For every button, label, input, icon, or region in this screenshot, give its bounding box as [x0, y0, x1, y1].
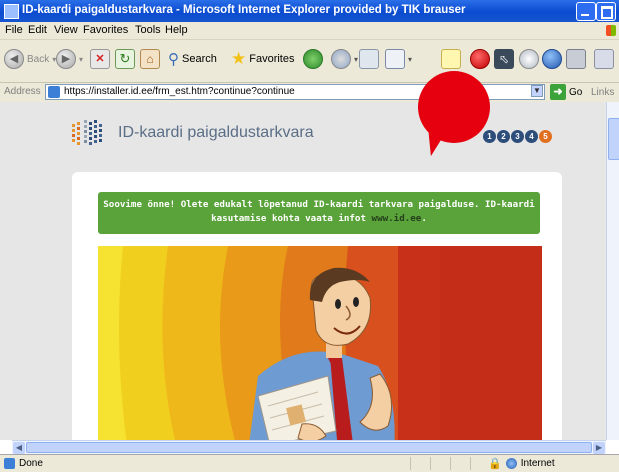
vertical-scroll-thumb[interactable] — [608, 118, 619, 160]
page-icon — [48, 86, 60, 98]
back-button[interactable]: ◀ Back ▾ — [4, 48, 56, 70]
step-2: 2 — [497, 130, 510, 143]
go-label: Go — [569, 86, 583, 98]
lock-icon: 🔒 — [488, 458, 502, 470]
illustration-image — [98, 246, 542, 440]
forward-button[interactable]: ▶ ▾ — [56, 48, 83, 70]
favorites-button[interactable]: ★ Favorites — [231, 48, 295, 70]
favorites-star-icon: ★ — [231, 49, 247, 68]
page-brand-title: ID-kaardi paigaldustarkvara — [118, 124, 314, 141]
print-button[interactable] — [359, 48, 379, 70]
status-text: Done — [19, 458, 43, 469]
cursor-icon: ⬁ — [494, 49, 514, 69]
home-button[interactable]: ⌂ — [140, 48, 160, 70]
status-done: Done — [4, 458, 43, 469]
success-message-end: . — [421, 213, 427, 224]
menu-edit[interactable]: Edit — [28, 24, 47, 36]
success-message: Soovime õnne! Olete edukalt lõpetanud ID… — [98, 192, 540, 234]
step-1: 1 — [483, 130, 496, 143]
security-zone: 🔒 Internet — [488, 457, 555, 470]
maximize-button[interactable] — [596, 2, 616, 21]
success-message-text: Soovime õnne! Olete edukalt lõpetanud ID… — [103, 199, 535, 224]
address-url: https://installer.id.ee/frm_est.htm?cont… — [64, 86, 295, 97]
step-3: 3 — [511, 130, 524, 143]
messenger-icon — [519, 49, 539, 69]
reference-button[interactable] — [566, 48, 586, 70]
forward-arrow-icon: ▶ — [56, 49, 76, 69]
vertical-scrollbar[interactable] — [606, 102, 619, 440]
search-button[interactable]: ⚲ Search — [168, 48, 217, 70]
people-button[interactable] — [594, 48, 614, 70]
horizontal-scroll-thumb[interactable] — [26, 442, 592, 453]
mail-dropdown-icon: ▾ — [354, 54, 359, 64]
minimize-button[interactable] — [576, 2, 596, 21]
stop-icon: ✕ — [90, 49, 110, 69]
edit-button[interactable]: ▾ — [385, 48, 412, 70]
step-4: 4 — [525, 130, 538, 143]
links-button[interactable]: Links — [591, 87, 614, 98]
go-button[interactable]: ➜ Go — [550, 84, 582, 100]
note-icon — [441, 49, 461, 69]
menu-favorites[interactable]: Favorites — [83, 24, 128, 36]
forward-dropdown-icon: ▾ — [79, 54, 84, 64]
window-title: ID-kaardi paigaldustarkvara - Microsoft … — [22, 4, 466, 16]
internet-globe-icon — [505, 458, 517, 469]
mail-button[interactable]: ▾ — [331, 48, 358, 70]
refresh-button[interactable]: ↻ — [115, 48, 135, 70]
horizontal-scrollbar[interactable]: ◀ ▶ — [12, 440, 606, 455]
edit-dropdown-icon: ▾ — [408, 54, 413, 64]
history-icon — [303, 49, 323, 69]
title-bar: ID-kaardi paigaldustarkvara - Microsoft … — [0, 0, 619, 22]
menu-file[interactable]: File — [5, 24, 23, 36]
search-icon: ⚲ — [168, 51, 179, 68]
search-label: Search — [182, 53, 217, 65]
messenger-button[interactable] — [519, 48, 539, 70]
go-arrow-icon: ➜ — [550, 84, 566, 100]
ie-page-icon — [4, 458, 15, 469]
favorites-label: Favorites — [249, 53, 295, 65]
ie-icon — [4, 4, 19, 19]
mail-icon — [331, 49, 351, 69]
step-indicator: 1 2 3 4 5 — [483, 130, 552, 143]
scroll-left-icon[interactable]: ◀ — [13, 442, 25, 454]
zone-text: Internet — [520, 458, 555, 469]
status-bar: Done 🔒 Internet — [0, 454, 619, 472]
globe-icon — [542, 49, 562, 69]
print-icon — [359, 49, 379, 69]
books-icon — [566, 49, 586, 69]
id-logo-icon — [72, 120, 108, 148]
address-bar: Address https://installer.id.ee/frm_est.… — [0, 83, 619, 102]
refresh-icon: ↻ — [115, 49, 135, 69]
menu-tools[interactable]: Tools — [135, 24, 161, 36]
cursor-button[interactable]: ⬁ — [494, 48, 514, 70]
home-icon: ⌂ — [140, 49, 160, 69]
history-button[interactable] — [303, 48, 323, 70]
step-5: 5 — [539, 130, 552, 143]
page-viewport: ID-kaardi paigaldustarkvara 1 2 3 4 5 So… — [0, 102, 606, 440]
back-label: Back — [27, 53, 50, 65]
stop-button[interactable]: ✕ — [90, 48, 110, 70]
content-card: Soovime õnne! Olete edukalt lõpetanud ID… — [72, 172, 562, 440]
research-button[interactable] — [542, 48, 562, 70]
cartoon-man-illustration — [98, 246, 542, 440]
address-dropdown-button[interactable]: ▼ — [531, 85, 543, 97]
menu-bar: File Edit View Favorites Tools Help — [0, 22, 619, 40]
people-icon — [594, 49, 614, 69]
id-ee-link[interactable]: www.id.ee — [372, 213, 422, 224]
back-arrow-icon: ◀ — [4, 49, 24, 69]
scroll-right-icon[interactable]: ▶ — [593, 442, 605, 454]
record-button[interactable] — [470, 48, 490, 70]
windows-logo-icon — [603, 22, 619, 39]
record-dot-icon — [470, 49, 490, 69]
edit-page-icon — [385, 49, 405, 69]
address-label: Address — [4, 86, 41, 97]
menu-view[interactable]: View — [54, 24, 78, 36]
standard-toolbar: ◀ Back ▾ ▶ ▾ ✕ ↻ ⌂ ⚲ Search ★ Favorites … — [0, 40, 619, 83]
menu-help[interactable]: Help — [165, 24, 188, 36]
notes-button[interactable] — [441, 48, 461, 70]
